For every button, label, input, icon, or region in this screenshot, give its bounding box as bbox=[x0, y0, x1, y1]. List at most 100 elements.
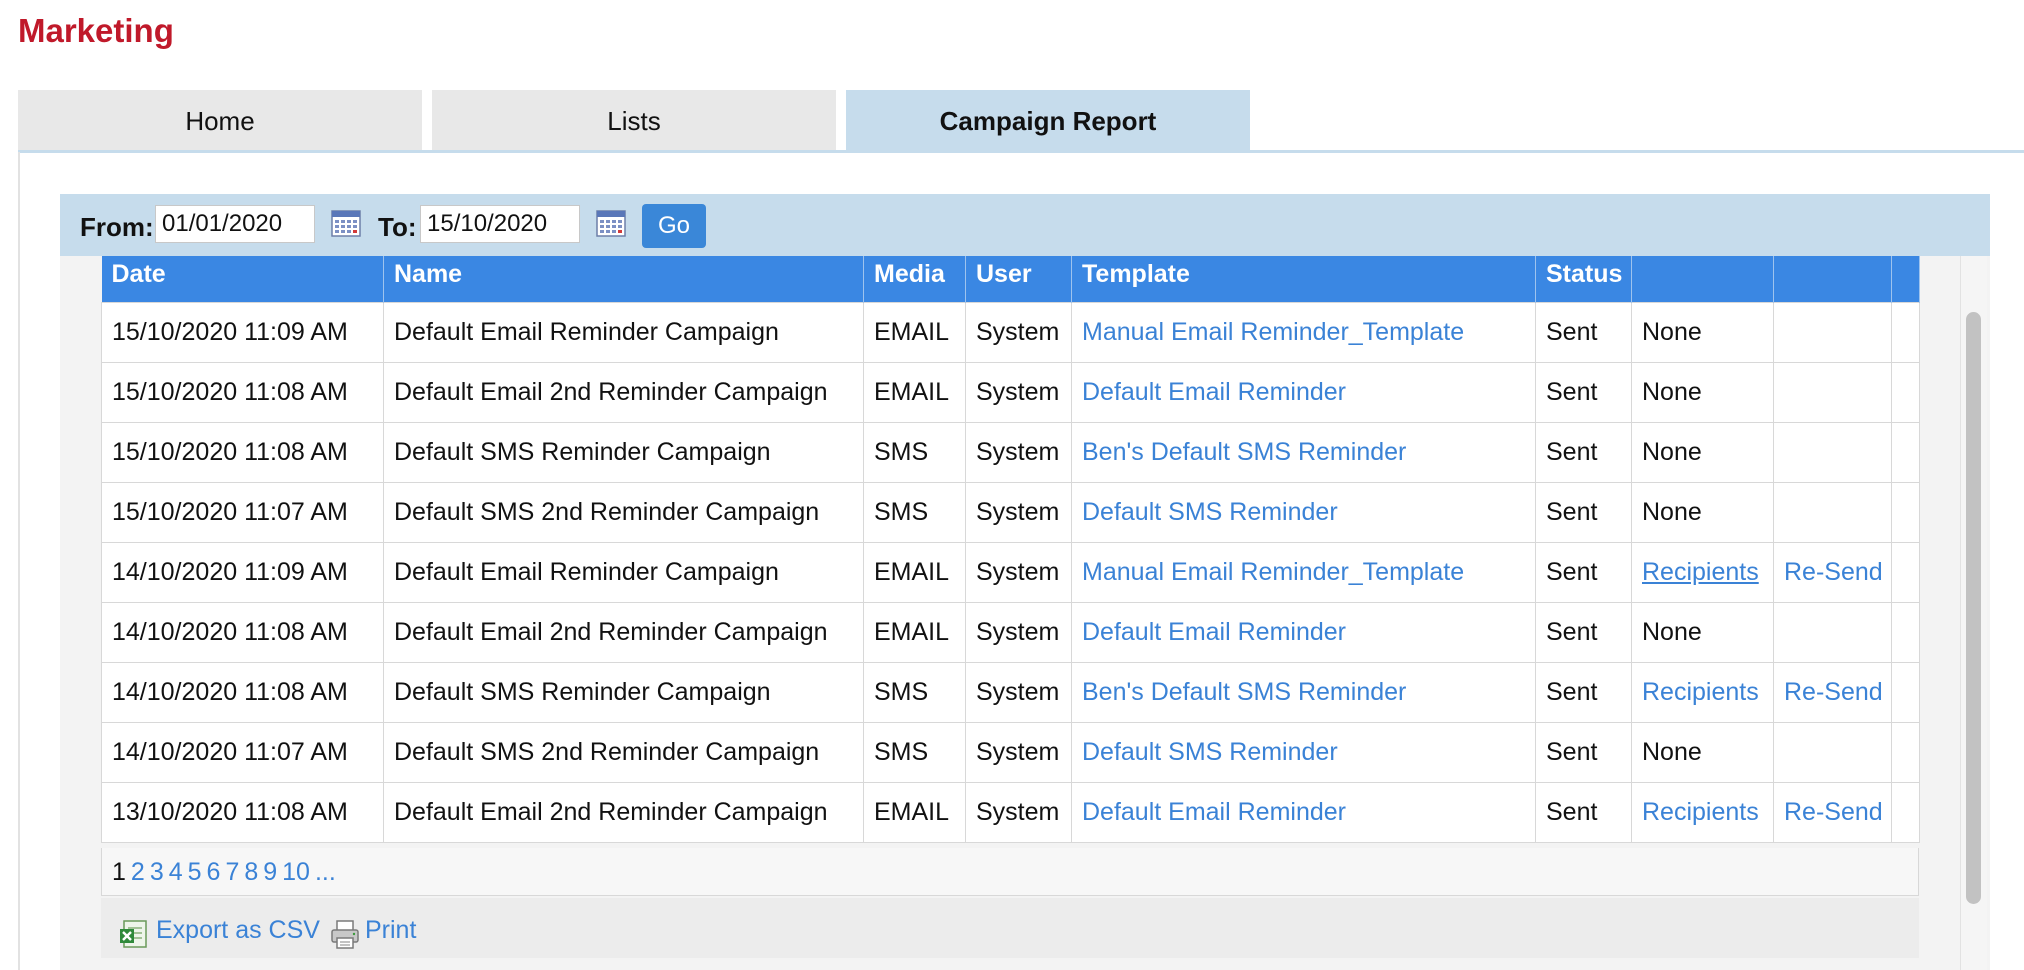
pagination-page-link[interactable]: 4 bbox=[169, 858, 183, 886]
cell-date: 15/10/2020 11:08 AM bbox=[101, 421, 384, 483]
pagination-page-link[interactable]: 9 bbox=[263, 858, 277, 886]
template-link[interactable]: Manual Email Reminder_Template bbox=[1071, 301, 1536, 363]
resend-link bbox=[1773, 361, 1892, 423]
cell-user: System bbox=[965, 601, 1072, 663]
to-date-input[interactable] bbox=[420, 205, 580, 243]
column-header-resend bbox=[1773, 256, 1892, 302]
pagination-page-link[interactable]: 5 bbox=[188, 858, 202, 886]
pagination-page-link[interactable]: 3 bbox=[150, 858, 164, 886]
cell-date: 15/10/2020 11:07 AM bbox=[101, 481, 384, 543]
cell-media: EMAIL bbox=[863, 301, 966, 363]
column-header-date[interactable]: Date bbox=[101, 256, 384, 302]
cell-status: Sent bbox=[1535, 601, 1632, 663]
excel-icon[interactable] bbox=[118, 918, 150, 950]
cell-media: EMAIL bbox=[863, 781, 966, 843]
column-header-recipients bbox=[1631, 256, 1774, 302]
cell-recipients: None bbox=[1631, 301, 1774, 363]
scrollbar-thumb[interactable] bbox=[1966, 312, 1981, 904]
cell-spacer bbox=[1891, 601, 1920, 663]
cell-date: 14/10/2020 11:08 AM bbox=[101, 661, 384, 723]
cell-date: 13/10/2020 11:08 AM bbox=[101, 781, 384, 843]
resend-link[interactable]: Re-Send bbox=[1773, 781, 1892, 843]
cell-spacer bbox=[1891, 481, 1920, 543]
resend-link bbox=[1773, 601, 1892, 663]
template-link[interactable]: Default SMS Reminder bbox=[1071, 721, 1536, 783]
cell-name: Default Email 2nd Reminder Campaign bbox=[383, 601, 864, 663]
cell-media: SMS bbox=[863, 661, 966, 723]
column-header-name[interactable]: Name bbox=[383, 256, 864, 302]
template-link[interactable]: Default SMS Reminder bbox=[1071, 481, 1536, 543]
from-date-input[interactable] bbox=[155, 205, 315, 243]
resend-link[interactable]: Re-Send bbox=[1773, 661, 1892, 723]
cell-user: System bbox=[965, 301, 1072, 363]
go-button[interactable]: Go bbox=[642, 204, 706, 248]
cell-status: Sent bbox=[1535, 721, 1632, 783]
pagination-page-link[interactable]: 8 bbox=[244, 858, 258, 886]
tab-home[interactable]: Home bbox=[18, 90, 422, 150]
printer-icon[interactable] bbox=[329, 918, 361, 950]
template-link[interactable]: Manual Email Reminder_Template bbox=[1071, 541, 1536, 603]
template-link[interactable]: Ben's Default SMS Reminder bbox=[1071, 661, 1536, 723]
cell-spacer bbox=[1891, 301, 1920, 363]
column-header-template[interactable]: Template bbox=[1071, 256, 1536, 302]
pagination-more-link[interactable]: ... bbox=[315, 858, 336, 886]
cell-spacer bbox=[1891, 781, 1920, 843]
calendar-icon[interactable] bbox=[331, 209, 361, 237]
cell-media: SMS bbox=[863, 721, 966, 783]
column-header-user[interactable]: User bbox=[965, 256, 1072, 302]
cell-recipients: None bbox=[1631, 601, 1774, 663]
column-header-status[interactable]: Status bbox=[1535, 256, 1632, 302]
table-row: 14/10/2020 11:08 AM Default SMS Reminder … bbox=[101, 661, 1920, 723]
resend-link bbox=[1773, 721, 1892, 783]
cell-media: EMAIL bbox=[863, 361, 966, 423]
column-header-media[interactable]: Media bbox=[863, 256, 966, 302]
cell-status: Sent bbox=[1535, 661, 1632, 723]
cell-name: Default Email 2nd Reminder Campaign bbox=[383, 361, 864, 423]
cell-user: System bbox=[965, 661, 1072, 723]
table-row: 15/10/2020 11:08 AM Default Email 2nd Rem… bbox=[101, 361, 1920, 423]
cell-date: 15/10/2020 11:08 AM bbox=[101, 361, 384, 423]
resend-link bbox=[1773, 481, 1892, 543]
cell-date: 15/10/2020 11:09 AM bbox=[101, 301, 384, 363]
cell-recipients: None bbox=[1631, 721, 1774, 783]
cell-status: Sent bbox=[1535, 481, 1632, 543]
export-csv-link[interactable]: Export as CSV bbox=[156, 916, 320, 945]
cell-user: System bbox=[965, 361, 1072, 423]
campaign-table: Date Name Media User Template Status 15/… bbox=[101, 256, 1920, 843]
template-link[interactable]: Default Email Reminder bbox=[1071, 601, 1536, 663]
cell-spacer bbox=[1891, 541, 1920, 603]
calendar-icon[interactable] bbox=[596, 209, 626, 237]
table-row: 15/10/2020 11:07 AM Default SMS 2nd Remin… bbox=[101, 481, 1920, 543]
report-actions: Export as CSV Print bbox=[101, 898, 1919, 958]
table-body: 15/10/2020 11:09 AM Default Email Reminde… bbox=[101, 301, 1920, 843]
template-link[interactable]: Ben's Default SMS Reminder bbox=[1071, 421, 1536, 483]
print-link[interactable]: Print bbox=[365, 916, 416, 945]
cell-user: System bbox=[965, 541, 1072, 603]
template-link[interactable]: Default Email Reminder bbox=[1071, 781, 1536, 843]
cell-status: Sent bbox=[1535, 301, 1632, 363]
cell-media: EMAIL bbox=[863, 541, 966, 603]
pagination-page-link[interactable]: 7 bbox=[225, 858, 239, 886]
cell-status: Sent bbox=[1535, 781, 1632, 843]
table-row: 14/10/2020 11:09 AM Default Email Reminde… bbox=[101, 541, 1920, 603]
pagination-page-link[interactable]: 10 bbox=[282, 858, 310, 886]
recipients-link[interactable]: Recipients bbox=[1631, 661, 1774, 723]
panel-border bbox=[18, 152, 20, 970]
resend-link bbox=[1773, 301, 1892, 363]
resend-link[interactable]: Re-Send bbox=[1773, 541, 1892, 603]
template-link[interactable]: Default Email Reminder bbox=[1071, 361, 1536, 423]
tab-campaign-report[interactable]: Campaign Report bbox=[846, 90, 1250, 150]
column-header-spacer bbox=[1891, 256, 1920, 302]
pagination-current-page: 1 bbox=[112, 858, 126, 886]
cell-name: Default SMS 2nd Reminder Campaign bbox=[383, 721, 864, 783]
pagination-page-link[interactable]: 2 bbox=[131, 858, 145, 886]
cell-spacer bbox=[1891, 721, 1920, 783]
to-label: To: bbox=[378, 212, 417, 242]
cell-media: EMAIL bbox=[863, 601, 966, 663]
pagination-page-link[interactable]: 6 bbox=[207, 858, 221, 886]
tab-lists[interactable]: Lists bbox=[432, 90, 836, 150]
cell-spacer bbox=[1891, 661, 1920, 723]
recipients-link[interactable]: Recipients bbox=[1631, 781, 1774, 843]
page-title: Marketing bbox=[18, 12, 174, 49]
recipients-link[interactable]: Recipients bbox=[1631, 541, 1774, 603]
